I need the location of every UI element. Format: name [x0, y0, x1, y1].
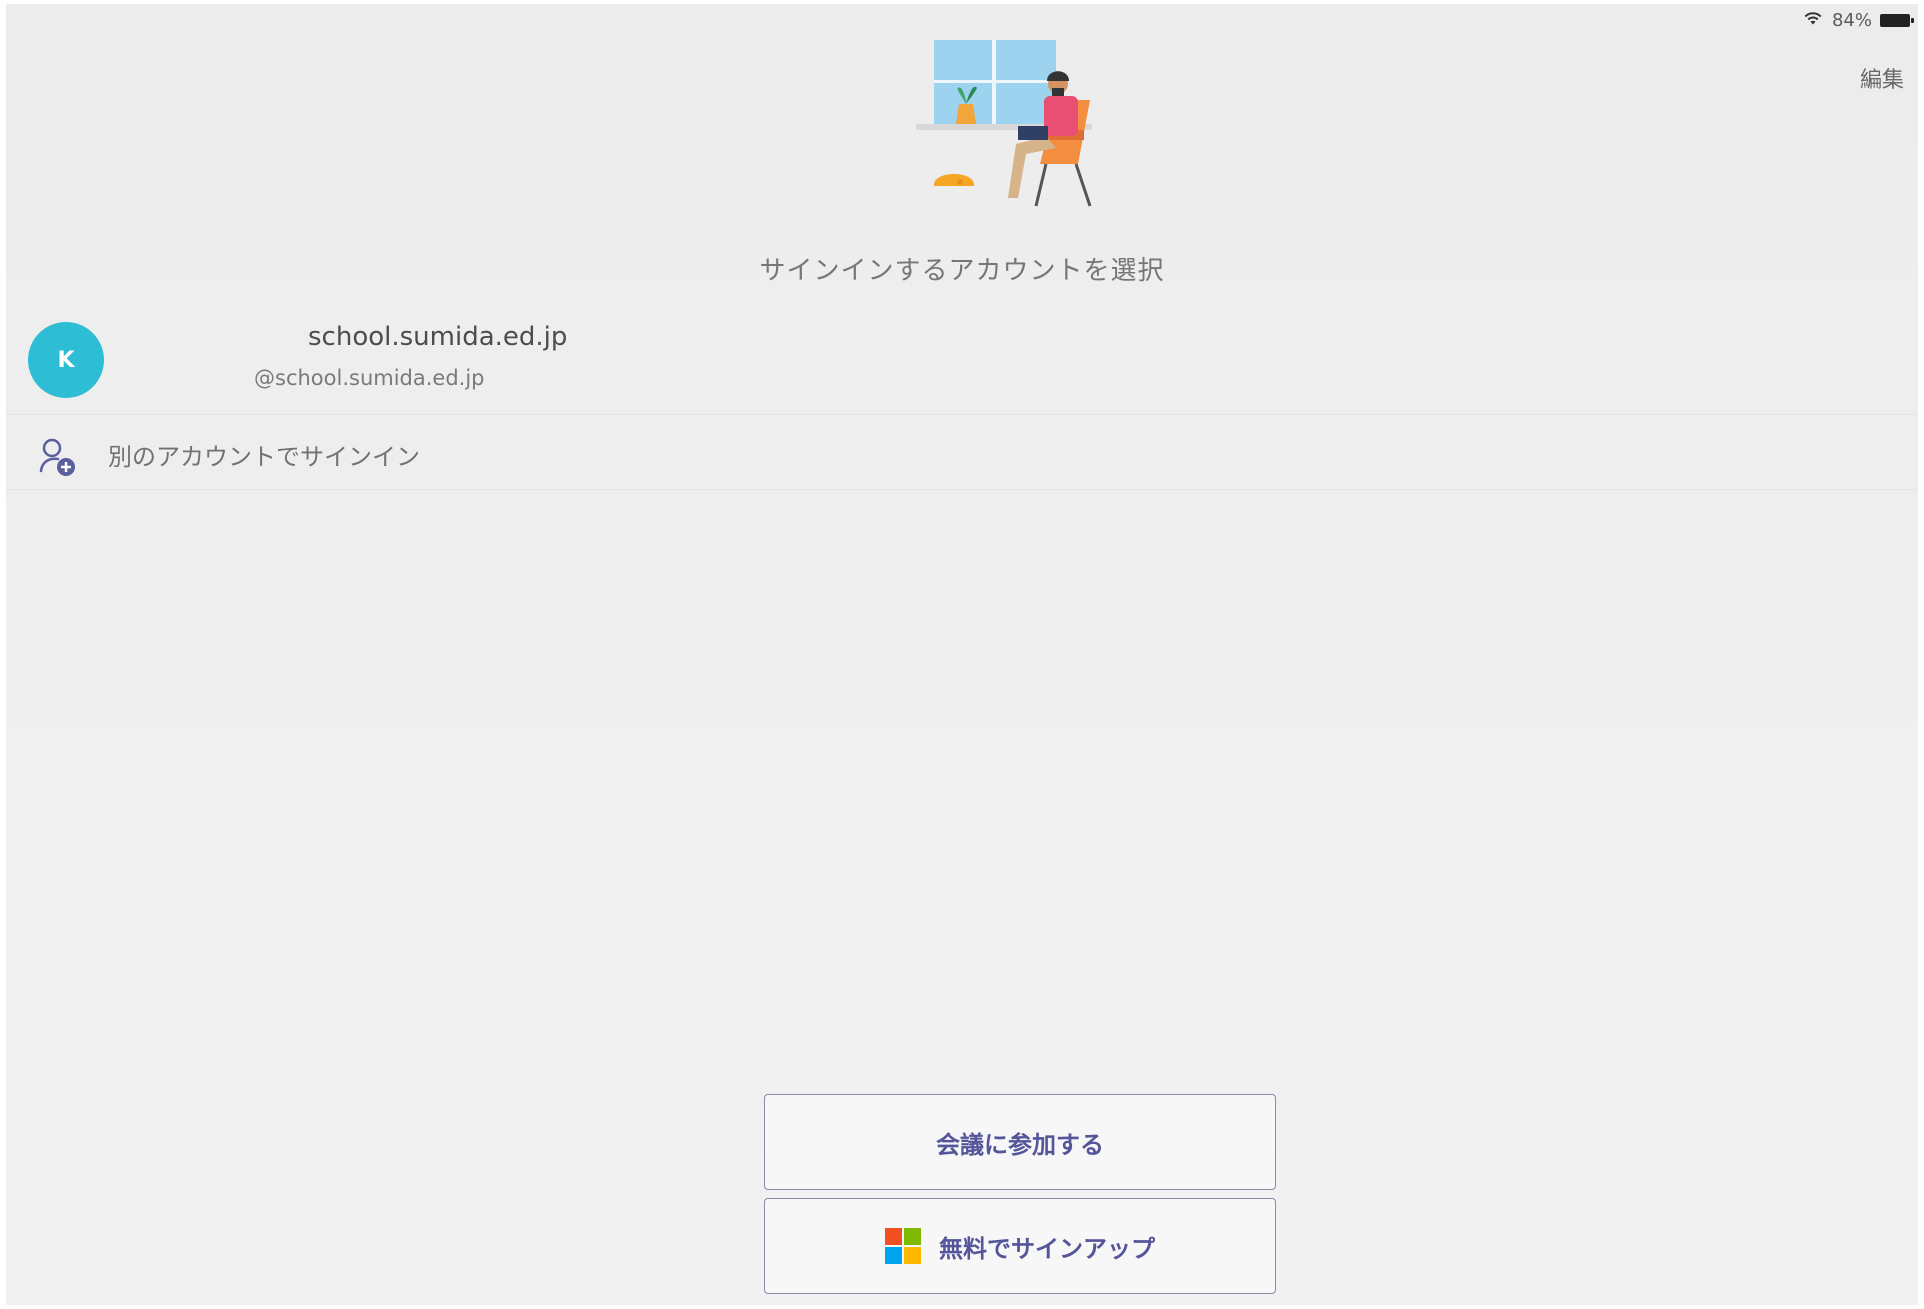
hero-illustration: [906, 40, 1116, 210]
add-person-icon: [36, 435, 80, 479]
edit-button[interactable]: 編集: [1860, 62, 1904, 94]
free-signup-label: 無料でサインアップ: [939, 1234, 1155, 1263]
battery-icon: [1880, 14, 1914, 27]
avatar: K: [28, 322, 104, 398]
battery-percentage: 84%: [1831, 10, 1872, 31]
free-signup-button[interactable]: 無料でサインアップ: [764, 1198, 1276, 1294]
wifi-icon: [1802, 10, 1824, 31]
page-title: サインインするアカウントを選択: [759, 256, 1165, 286]
status-bar: 84%: [1802, 10, 1914, 31]
microsoft-logo-icon: [885, 1228, 921, 1264]
join-meeting-button[interactable]: 会議に参加する: [764, 1094, 1276, 1190]
account-name: school.sumida.ed.jp: [308, 322, 568, 352]
sign-in-screen: 84% 編集 サインインするアカウントを選択 K school.sumida.e…: [6, 4, 1918, 1305]
account-list-item[interactable]: K school.sumida.ed.jp @school.sumida.ed.…: [6, 310, 1918, 415]
account-email: @school.sumida.ed.jp: [254, 366, 485, 390]
join-meeting-label: 会議に参加する: [936, 1130, 1104, 1159]
sign-in-other-account-label: 別のアカウントでサインイン: [108, 443, 420, 471]
sign-in-other-account-item[interactable]: 別のアカウントでサインイン: [6, 415, 1918, 490]
